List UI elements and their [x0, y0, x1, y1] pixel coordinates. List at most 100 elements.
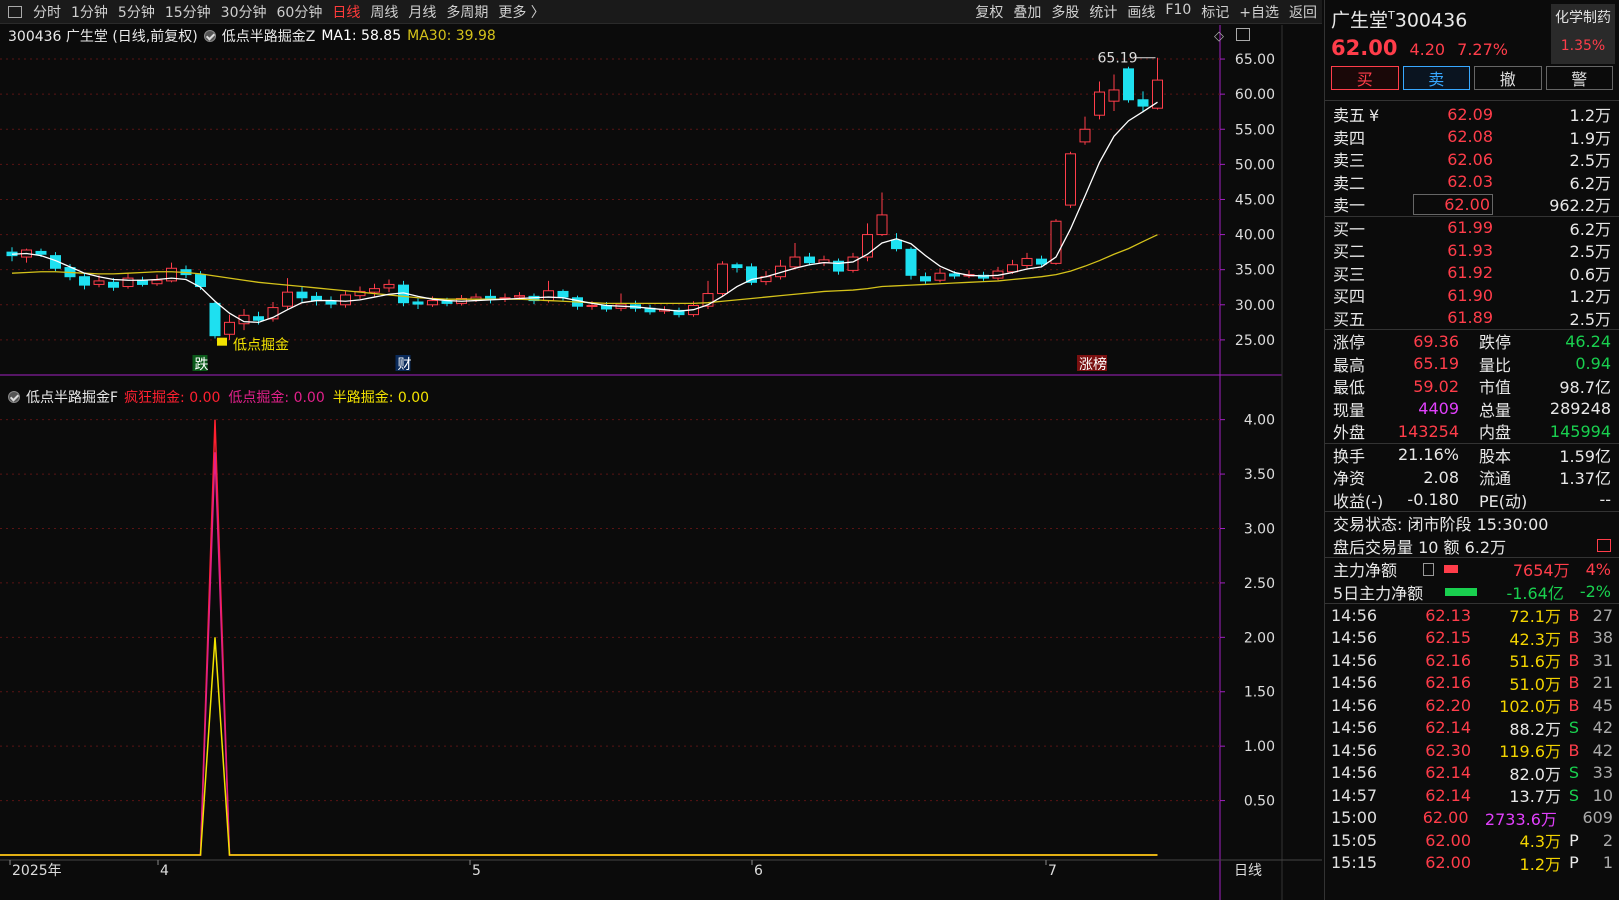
period-tab-10[interactable]: 更多 〉	[493, 2, 549, 22]
ma1-value: MA1: 58.85	[321, 28, 402, 44]
candle-body	[1021, 257, 1033, 266]
trade-price: 62.00	[1425, 830, 1471, 850]
last-price: 62.00	[1331, 36, 1398, 61]
ask-label: 卖二	[1333, 173, 1366, 193]
candle-body	[1065, 153, 1076, 206]
tool-button-8[interactable]: 返回	[1284, 2, 1322, 22]
ask-label: 卖三	[1333, 151, 1366, 171]
quote-panel: 广生堂T300436 62.00 4.20 7.27% 化学制药 1.35% 买…	[1324, 0, 1619, 900]
order-button-0[interactable]: 买	[1331, 66, 1399, 90]
ask-price: 62.09	[1447, 104, 1493, 124]
candle-body	[789, 256, 801, 268]
bid-row-1: 买二 61.93 2.5万	[1325, 239, 1619, 262]
tool-button-1[interactable]: 叠加	[1008, 2, 1046, 22]
tool-button-0[interactable]: 复权	[970, 2, 1008, 22]
signal-text: 低点掘金	[233, 338, 289, 354]
after-hours: 盘后交易量 10 额 6.2万	[1325, 535, 1619, 558]
period-tab-9[interactable]: 多周期	[441, 2, 493, 22]
stat-value: 4409	[1418, 399, 1459, 419]
sub-axis-label: 1.50	[1244, 685, 1275, 701]
stat-value: 69.36	[1413, 331, 1459, 351]
trade-volume: 119.6万	[1499, 742, 1561, 762]
yuan-icon[interactable]: ¥	[1369, 106, 1379, 125]
calendar-icon[interactable]	[1597, 539, 1611, 553]
tool-buttons: 复权 叠加 多股 统计 画线 F10 标记 +自选 返回	[970, 2, 1322, 22]
trade-side: S	[1568, 718, 1580, 738]
ask-label: 卖四	[1333, 128, 1366, 148]
sector-box[interactable]: 化学制药 1.35%	[1551, 4, 1615, 64]
layout-icon[interactable]	[1236, 28, 1250, 41]
chart-area[interactable]: 65.00 60.00 55.00 50.00 45.00 40.00 35.00 30.00…	[0, 25, 1322, 900]
tool-button-5[interactable]: F10	[1160, 2, 1196, 22]
sub-axis-label: 2.50	[1244, 576, 1275, 592]
flow5-label: 5日主力净额	[1333, 583, 1424, 603]
trade-count: 38	[1592, 628, 1613, 648]
sub-axis-label: 0.50	[1244, 794, 1275, 810]
tool-button-4[interactable]: 画线	[1122, 2, 1160, 22]
period-tab-6[interactable]: 日线	[327, 2, 365, 22]
stat-label: 内盘	[1479, 423, 1512, 443]
stat-row-1: 最高 65.19 量比 0.94	[1325, 353, 1619, 376]
bid-label: 买五	[1333, 309, 1366, 329]
date-axis-label: 7	[1048, 863, 1057, 879]
indicator-toggle-icon[interactable]	[203, 30, 216, 42]
stat-label: 最高	[1333, 355, 1366, 375]
period-tab-7[interactable]: 周线	[365, 2, 403, 22]
period-tab-1[interactable]: 1分钟	[66, 2, 113, 22]
stat-label: 最低	[1333, 378, 1366, 398]
trade-price: 62.14	[1425, 763, 1471, 783]
period-tabs: 分时 1分钟 5分钟 15分钟 30分钟 60分钟 日线 周线 月线 多周期 更多 〉	[28, 2, 550, 22]
diamond-icon[interactable]: ◇	[1214, 29, 1224, 44]
period-tab-4[interactable]: 30分钟	[216, 2, 272, 22]
candle-body	[369, 288, 380, 293]
price-axis-label: 35.00	[1235, 263, 1275, 279]
stat-value: 143254	[1397, 421, 1459, 441]
order-button-1[interactable]: 卖	[1402, 66, 1470, 90]
period-tab-0[interactable]: 分时	[28, 2, 66, 22]
trade-time: 14:56	[1331, 650, 1378, 670]
period-tab-3[interactable]: 15分钟	[160, 2, 216, 22]
tool-button-3[interactable]: 统计	[1084, 2, 1122, 22]
period-tab-2[interactable]: 5分钟	[113, 2, 160, 22]
sub-axis-label: 1.00	[1244, 739, 1275, 755]
stat-row-3: 现量 4409 总量 289248	[1325, 398, 1619, 421]
doc-icon[interactable]	[1423, 562, 1434, 576]
ask-label: 卖五 ¥	[1333, 106, 1380, 126]
tool-button-6[interactable]: 标记	[1196, 2, 1234, 22]
bid-row-2: 买三 61.92 0.6万	[1325, 262, 1619, 285]
indicator-name[interactable]: 低点半路掘金Z	[222, 26, 316, 46]
stat-value: 2.08	[1423, 467, 1459, 487]
stat-label: 换手	[1333, 446, 1366, 466]
period-tab-5[interactable]: 60分钟	[272, 2, 328, 22]
trade-row-5: 14:56 62.14 88.2万 S 42	[1325, 717, 1619, 740]
bid-label: 买三	[1333, 264, 1366, 284]
kline-chart[interactable]: 65.00 60.00 55.00 50.00 45.00 40.00 35.00 30.00…	[0, 25, 1322, 900]
order-button-2[interactable]: 撤	[1474, 66, 1542, 90]
stat-value: 59.02	[1413, 376, 1459, 396]
tool-button-2[interactable]: 多股	[1046, 2, 1084, 22]
trade-price: 62.16	[1425, 673, 1471, 693]
panel-toggle-icon[interactable]	[8, 5, 22, 18]
date-axis-label: 6	[754, 863, 763, 879]
stat-value: 46.24	[1565, 331, 1611, 351]
candle-body	[804, 256, 815, 264]
trade-row-8: 14:57 62.14 13.7万 S 10	[1325, 784, 1619, 807]
ma1-line	[11, 101, 1158, 323]
order-button-3[interactable]: 警	[1545, 66, 1613, 90]
sub-indicator-toggle-icon[interactable]	[8, 391, 20, 403]
trade-time: 14:57	[1331, 785, 1378, 805]
candle-body	[224, 321, 235, 335]
trade-time: 15:05	[1331, 830, 1378, 850]
date-axis-label: 2025年	[12, 863, 62, 879]
candle-body	[557, 290, 569, 298]
stat-value: 65.19	[1413, 354, 1459, 374]
trade-side: B	[1568, 650, 1580, 670]
sub-axis-label: 3.00	[1244, 521, 1275, 537]
period-tab-8[interactable]: 月线	[403, 2, 441, 22]
ask-vol: 6.2万	[1569, 173, 1611, 193]
candle-body	[151, 279, 163, 285]
sub-legend-item-2: 半路掘金: 0.00	[332, 390, 430, 406]
period-tag: 日线	[1234, 863, 1262, 879]
tool-button-7[interactable]: +自选	[1234, 2, 1284, 22]
sub-indicator-name[interactable]: 低点半路掘金F	[26, 387, 118, 407]
